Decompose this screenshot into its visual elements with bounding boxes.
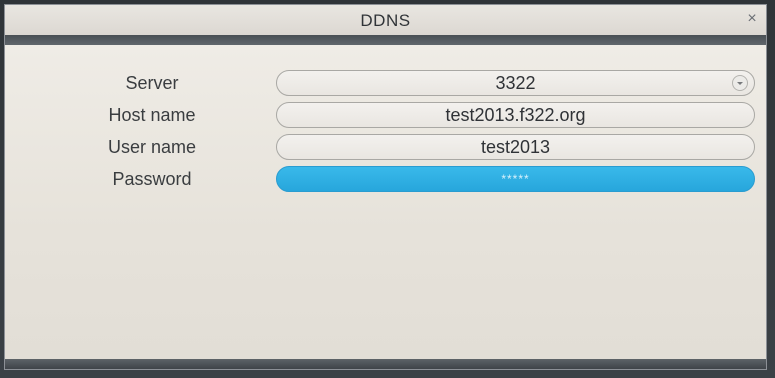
chevron-down-icon[interactable] [732, 75, 748, 91]
host-name-value: test2013.f322.org [445, 105, 586, 125]
server-value: 3322 [495, 73, 536, 93]
server-select[interactable]: 3322 [276, 70, 755, 96]
host-name-row: Host name test2013.f322.org [5, 102, 766, 128]
user-name-value: test2013 [480, 137, 551, 157]
password-row: Password ***** [5, 166, 766, 192]
password-input[interactable]: ***** [276, 166, 755, 192]
title-bar: DDNS × [5, 5, 766, 36]
ddns-dialog: DDNS × Server 3322 Host name test2013.f3… [4, 4, 767, 370]
user-name-label: User name [107, 137, 197, 157]
close-icon[interactable]: × [744, 11, 760, 27]
user-name-row: User name test2013 [5, 134, 766, 160]
host-name-input[interactable]: test2013.f322.org [276, 102, 755, 128]
screen-background: DDNS × Server 3322 Host name test2013.f3… [0, 0, 775, 378]
bottom-bar [5, 359, 766, 369]
dialog-content: Server 3322 Host name test2013.f322.org … [5, 45, 766, 359]
user-name-input[interactable]: test2013 [276, 134, 755, 160]
server-row: Server 3322 [5, 70, 766, 96]
password-value: ***** [501, 172, 530, 186]
title-divider [5, 35, 766, 45]
dialog-title: DDNS [360, 11, 411, 30]
host-name-label: Host name [108, 105, 196, 125]
password-label: Password [112, 169, 192, 189]
server-label: Server [125, 73, 179, 93]
